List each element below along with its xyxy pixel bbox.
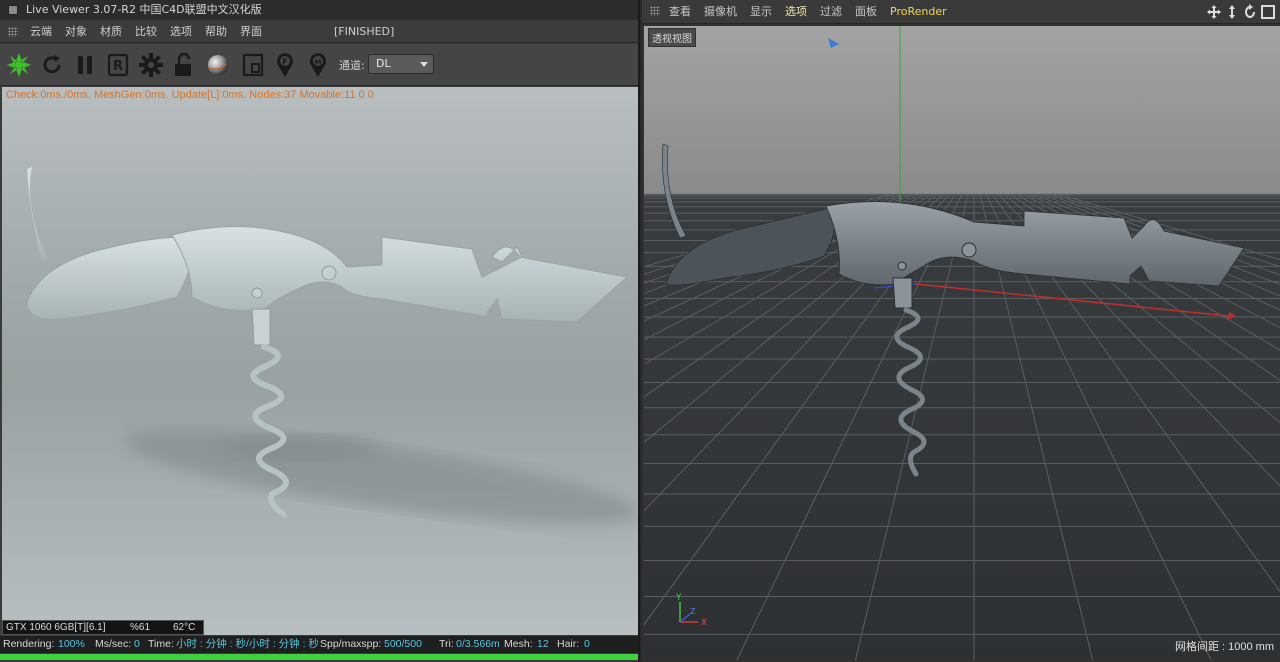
svg-text:M: M [315, 59, 322, 67]
menu-panel[interactable]: 面板 [855, 0, 877, 24]
menu-cameras[interactable]: 摄像机 [704, 0, 737, 24]
check-line: Check:0ms./0ms. MeshGen:0ms. Update[L]:0… [6, 89, 374, 101]
live-viewer-menubar: 云端 对象 材质 比较 选项 帮助 界面 [FINISHED] [0, 21, 638, 43]
mesh-label: Mesh: [504, 638, 533, 650]
octane-logo-icon[interactable] [5, 51, 33, 79]
hair-label: Hair: [557, 638, 580, 650]
menu-materials[interactable]: 材质 [100, 21, 122, 43]
pin-m-icon[interactable]: M [304, 51, 332, 79]
tri-label: Tri: [439, 638, 454, 650]
gpu-temp: 62°C [173, 622, 196, 633]
live-viewer-toolbar: R F M 通道: DL [0, 44, 638, 86]
render-status-bar: Rendering: 100% Ms/sec: 0 Time: 小时 : 分钟 … [0, 636, 638, 653]
svg-text:R: R [113, 59, 123, 74]
ms-label: Ms/sec: [95, 638, 132, 650]
channel-label: 通道: [339, 59, 365, 72]
menu-compare[interactable]: 比较 [135, 21, 157, 43]
render-view[interactable]: Check:0ms./0ms. MeshGen:0ms. Update[L]:0… [2, 87, 638, 635]
maximize-icon[interactable] [1260, 4, 1276, 20]
axis-x-label: X [701, 618, 707, 628]
grip-icon[interactable] [650, 6, 660, 16]
tri-value: 0/3.566m [456, 638, 500, 650]
gpu-info-bar: GTX 1060 6GB[T][6.1] %61 62°C [2, 620, 204, 635]
menu-interface[interactable]: 界面 [240, 21, 262, 43]
up-down-icon[interactable] [1224, 4, 1240, 20]
grid-spacing: 网格间距 : 1000 mm [1174, 641, 1274, 653]
menu-filter[interactable]: 过滤 [820, 0, 842, 24]
render-progress-bar [0, 654, 638, 660]
menu-help[interactable]: 帮助 [205, 21, 227, 43]
time-label: Time: [148, 638, 174, 650]
spp-value: 500/500 [384, 638, 422, 650]
live-viewer-panel: Live Viewer 3.07-R2 中国C4D联盟中文汉化版 云端 对象 材… [0, 0, 640, 662]
move-view-icon[interactable] [1206, 4, 1222, 20]
live-viewer-titlebar[interactable]: Live Viewer 3.07-R2 中国C4D联盟中文汉化版 [0, 0, 638, 20]
gear-icon[interactable] [137, 51, 165, 79]
viewport-panel: 查看 摄像机 显示 选项 过滤 面板 ProRender Y X Z 透视视图 … [642, 0, 1280, 662]
perspective-viewport[interactable]: Y X Z 透视视图 网格间距 : 1000 mm [644, 26, 1280, 660]
channel-value: DL [376, 57, 391, 70]
unlock-icon[interactable] [170, 51, 198, 79]
gpu-name: GTX 1060 6GB[T][6.1] [6, 622, 106, 633]
menu-view[interactable]: 查看 [669, 0, 691, 24]
render-progress-fill [0, 654, 638, 660]
mesh-value: 12 [537, 638, 549, 650]
svg-text:F: F [282, 58, 287, 67]
rotate-view-icon[interactable] [1242, 4, 1258, 20]
time-value: 小时 : 分钟 : 秒/小时 : 分钟 : 秒 [176, 638, 319, 650]
region-icon[interactable] [239, 51, 267, 79]
view-tag[interactable]: 透视视图 [648, 28, 696, 47]
channel-select[interactable]: DL [368, 54, 434, 74]
chevron-down-icon [420, 62, 428, 67]
pin-f-icon[interactable]: F [271, 51, 299, 79]
menu-options[interactable]: 选项 [785, 0, 807, 24]
axis-y-label: Y [675, 593, 682, 603]
rendering-value: 100% [58, 638, 85, 650]
material-sphere-icon[interactable] [204, 51, 232, 79]
rendering-label: Rendering: [3, 638, 55, 650]
hair-value: 0 [584, 638, 590, 650]
spp-label: Spp/maxspp: [320, 638, 382, 650]
menu-objects[interactable]: 对象 [65, 21, 87, 43]
menu-prorender[interactable]: ProRender [890, 0, 947, 24]
live-viewer-title: Live Viewer 3.07-R2 中国C4D联盟中文汉化版 [26, 3, 262, 16]
grip-icon[interactable] [8, 27, 18, 37]
r-icon[interactable]: R [104, 51, 132, 79]
viewport-menubar: 查看 摄像机 显示 选项 过滤 面板 ProRender [642, 0, 1280, 24]
window-icon [8, 5, 18, 15]
menu-display[interactable]: 显示 [750, 0, 772, 24]
axis-z-label: Z [690, 607, 696, 616]
menu-cloud[interactable]: 云端 [30, 21, 52, 43]
render-state: [FINISHED] [334, 25, 395, 38]
menu-options[interactable]: 选项 [170, 21, 192, 43]
gpu-usage: %61 [130, 622, 151, 633]
ms-value: 0 [134, 638, 140, 650]
pause-icon[interactable] [71, 51, 99, 79]
refresh-icon[interactable] [38, 51, 66, 79]
